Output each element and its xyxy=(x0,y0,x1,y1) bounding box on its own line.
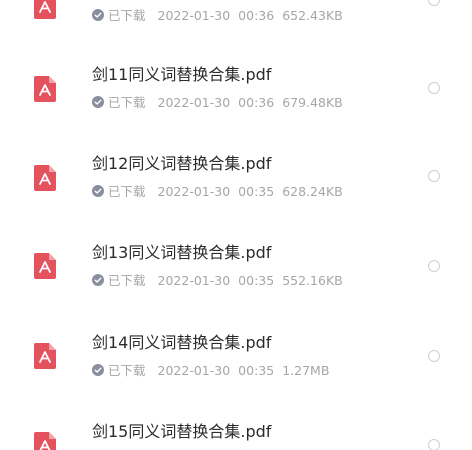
file-list: 已下载 2022-01-30 00:36 652.43KB 剑11同义词替换合集.pd… xyxy=(0,0,472,450)
file-name: 剑11同义词替换合集.pdf xyxy=(92,65,272,84)
pdf-icon xyxy=(34,432,56,450)
file-row[interactable]: 剑12同义词替换合集.pdf 已下载 2022-01-30 00:35 628.24K… xyxy=(0,90,472,199)
file-row[interactable]: 剑11同义词替换合集.pdf 已下载 2022-01-30 00:36 679.48K… xyxy=(0,0,472,110)
select-radio[interactable] xyxy=(428,439,440,450)
file-name: 剑15同义词替换合集.pdf xyxy=(92,422,272,441)
file-name: 剑13同义词替换合集.pdf xyxy=(92,243,272,262)
file-row[interactable]: 剑14同义词替换合集.pdf 已下载 2022-01-30 00:35 1.27MB xyxy=(0,270,472,378)
file-row[interactable]: 剑13同义词替换合集.pdf 已下载 2022-01-30 00:35 552.16K… xyxy=(0,180,472,288)
file-row[interactable]: 剑15同义词替换合集.pdf xyxy=(0,360,472,450)
file-name: 剑12同义词替换合集.pdf xyxy=(92,154,272,173)
file-name: 剑14同义词替换合集.pdf xyxy=(92,333,272,352)
